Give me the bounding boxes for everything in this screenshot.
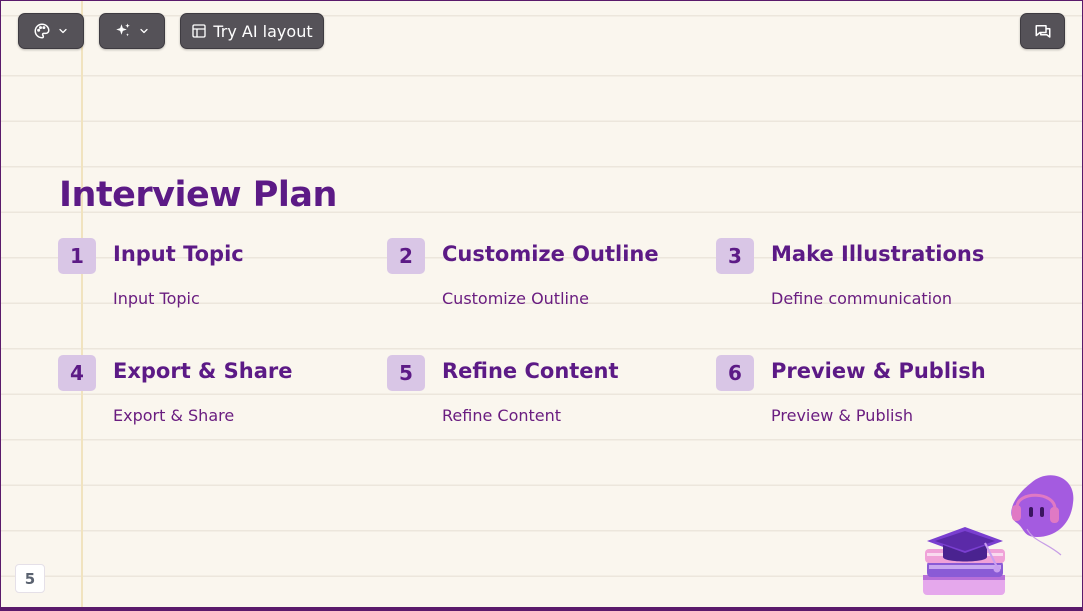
comments-button[interactable] (1020, 13, 1065, 49)
slide-canvas: Try AI layout Interview Plan 1 Input Top… (1, 1, 1082, 607)
step-number-badge: 5 (387, 355, 425, 391)
step-card: 4 Export & Share Export & Share (58, 355, 358, 435)
step-description: Export & Share (113, 406, 235, 425)
step-title: Input Topic (113, 242, 244, 266)
chevron-down-icon (57, 25, 69, 37)
step-description: Refine Content (442, 406, 562, 425)
step-card: 3 Make Illustrations Define communicatio… (716, 238, 1016, 318)
sparkles-icon (114, 22, 132, 40)
try-ai-layout-button[interactable]: Try AI layout (180, 13, 324, 49)
comment-icon (1034, 22, 1052, 40)
layout-icon (191, 23, 207, 39)
step-title: Make Illustrations (771, 242, 985, 266)
chevron-down-icon (138, 25, 150, 37)
step-description: Preview & Publish (771, 406, 913, 425)
palette-icon (33, 22, 51, 40)
step-title: Refine Content (442, 359, 619, 383)
step-number-badge: 1 (58, 238, 96, 274)
step-description: Customize Outline (442, 289, 589, 308)
theme-dropdown-button[interactable] (18, 13, 84, 49)
step-description: Input Topic (113, 289, 200, 308)
step-description: Define communication (771, 289, 953, 308)
step-title: Preview & Publish (771, 359, 986, 383)
step-card: 1 Input Topic Input Topic (58, 238, 358, 318)
step-title: Customize Outline (442, 242, 659, 266)
page-number-badge: 5 (15, 564, 45, 593)
step-number-badge: 6 (716, 355, 754, 391)
step-number-badge: 2 (387, 238, 425, 274)
slide-title: Interview Plan (59, 175, 337, 215)
graduation-books-illustration (923, 475, 1074, 595)
step-card: 5 Refine Content Refine Content (387, 355, 687, 435)
step-card: 2 Customize Outline Customize Outline (387, 238, 687, 318)
try-ai-layout-label: Try AI layout (213, 21, 313, 41)
step-number-badge: 3 (716, 238, 754, 274)
ai-tools-dropdown-button[interactable] (99, 13, 165, 49)
step-card: 6 Preview & Publish Preview & Publish (716, 355, 1016, 435)
step-title: Export & Share (113, 359, 293, 383)
step-number-badge: 4 (58, 355, 96, 391)
